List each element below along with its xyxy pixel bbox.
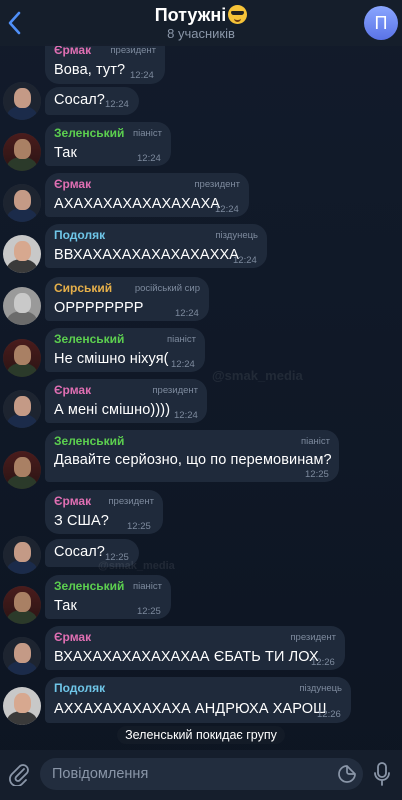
chat-title-block[interactable]: Потужні 8 учасників [80, 4, 322, 42]
message-text: З США? [54, 513, 109, 529]
sender-role: президент [108, 496, 154, 507]
sticker-icon[interactable] [337, 764, 357, 784]
paperclip-icon[interactable] [8, 762, 30, 787]
message-bubble[interactable]: Єрмак президент А мені смішно)))) 12:24 [45, 379, 207, 423]
sender-role: президент [110, 45, 156, 56]
avatar-podolyak[interactable] [3, 687, 41, 725]
message-text: ВВХАХАХАХАХАХАХАХХА [54, 247, 240, 263]
message-text: Вова, тут? [54, 62, 126, 78]
input-bar [0, 750, 402, 800]
sender-name[interactable]: Подоляк [54, 228, 105, 242]
message-bubble[interactable]: Зеленський піаніст Так 12:24 [45, 122, 171, 166]
sender-role: президент [290, 632, 336, 643]
sender-name[interactable]: Єрмак [54, 177, 91, 191]
message-text: Так [54, 145, 77, 161]
avatar-syrsky[interactable] [3, 287, 41, 325]
chat-header: Потужні 8 учасників П [0, 0, 402, 46]
service-message-text: Зеленський покидає групу [117, 726, 285, 744]
message-text: АХХАХАХАХАХАХА АНДРЮХА ХАРОШ [54, 701, 327, 717]
sender-role: піаніст [133, 581, 162, 592]
message-bubble[interactable]: Єрмак президент ВХАХАХАХАХАХАХАА ЄБАТЬ ТИ … [45, 626, 345, 670]
member-count: 8 учасників [167, 26, 235, 41]
sender-role: піздунець [299, 683, 342, 694]
message-bubble[interactable]: Зеленський піаніст Не смішно ніхуя(12:24 [45, 328, 205, 372]
message-time: 12:24 [105, 99, 129, 110]
chat-title: Потужні [80, 4, 322, 26]
sender-name[interactable]: Єрмак [54, 630, 91, 644]
message-time: 12:24 [175, 308, 199, 319]
message-bubble[interactable]: Подоляк піздунець АХХАХАХАХАХАХА АНДРЮХА Х… [45, 677, 351, 723]
message-bubble[interactable]: Єрмак президент АХАХАХАХАХАХАХАХА 12:24 [45, 173, 249, 217]
chevron-left-icon[interactable] [6, 10, 24, 36]
message-time: 12:24 [215, 204, 239, 215]
avatar-podolyak[interactable] [3, 235, 41, 273]
message-text: Сосал? [54, 544, 105, 560]
message-time: 12:24 [233, 255, 257, 266]
message-bubble[interactable]: Подоляк піздунець ВВХАХАХАХАХАХАХАХХА 12:24 [45, 224, 267, 268]
message-text: ОРРРРРРРР [54, 300, 144, 316]
sender-role: піаніст [133, 128, 162, 139]
message-text: Сосал? [54, 92, 105, 108]
message-time: 12:25 [137, 606, 161, 617]
sender-name[interactable]: Єрмак [54, 383, 91, 397]
avatar-yermak[interactable] [3, 536, 41, 574]
message-text: ВХАХАХАХАХАХАХАА ЄБАТЬ ТИ ЛОХ [54, 649, 319, 665]
message-time: 12:26 [317, 709, 341, 720]
sender-name[interactable]: Зеленський [54, 126, 124, 140]
message-time: 12:24 [137, 153, 161, 164]
chat-screen: Потужні 8 учасників П Єрмак президент Вова… [0, 0, 402, 800]
watermark: @smak_media [98, 560, 175, 572]
message-text: Не смішно ніхуя( [54, 351, 169, 367]
sender-name[interactable]: Зеленський [54, 434, 124, 448]
watermark: @smak_media [212, 368, 303, 383]
message-time: 12:24 [171, 359, 195, 370]
message-time: 12:25 [305, 469, 329, 480]
message-text: Так [54, 598, 77, 614]
message-bubble[interactable]: Сирський російський сир ОРРРРРРРР 12:24 [45, 277, 209, 321]
message-time: 12:24 [174, 410, 198, 421]
message-bubble[interactable]: Єрмак президент З США? 12:25 [45, 490, 163, 534]
sender-name[interactable]: Сирський [54, 281, 112, 295]
message-text: Давайте серйозно, що по перемовинам? [54, 452, 332, 468]
message-text: АХАХАХАХАХАХАХАХА [54, 196, 221, 212]
sender-name[interactable]: Подоляк [54, 681, 105, 695]
message-field[interactable] [40, 758, 363, 790]
microphone-icon[interactable] [372, 762, 392, 786]
sender-name[interactable]: Зеленський [54, 332, 124, 346]
avatar-zelensky[interactable] [3, 451, 41, 489]
sender-role: піздунець [215, 230, 258, 241]
avatar-yermak[interactable] [3, 184, 41, 222]
avatar-yermak[interactable] [3, 637, 41, 675]
message-time: 12:26 [311, 657, 335, 668]
avatar-yermak[interactable] [3, 390, 41, 428]
message-time: 12:25 [127, 521, 151, 532]
sender-role: президент [194, 179, 240, 190]
message-bubble[interactable]: Єрмак президент Вова, тут? 12:24 [45, 43, 165, 84]
sender-role: піаніст [301, 436, 330, 447]
group-avatar[interactable]: П [364, 6, 398, 40]
sender-role: президент [152, 385, 198, 396]
sender-name[interactable]: Зеленський [54, 579, 124, 593]
message-time: 12:24 [130, 70, 154, 81]
message-bubble[interactable]: Зеленський піаніст Давайте серйозно, що по… [45, 430, 339, 482]
message-text: А мені смішно)))) [54, 402, 171, 418]
avatar-zelensky[interactable] [3, 586, 41, 624]
sender-name[interactable]: Єрмак [54, 494, 91, 508]
avatar-zelensky[interactable] [3, 133, 41, 171]
sunglasses-emoji-icon [228, 5, 248, 24]
sender-role: піаніст [167, 334, 196, 345]
sender-role: російський сир [134, 283, 200, 294]
service-message: Зеленський покидає групу [0, 726, 402, 744]
message-bubble[interactable]: Сосал? 12:24 [45, 87, 139, 115]
avatar-yermak[interactable] [3, 82, 41, 120]
chat-title-text: Потужні [154, 5, 227, 25]
message-bubble[interactable]: Зеленський піаніст Так 12:25 [45, 575, 171, 619]
message-input[interactable] [52, 758, 322, 790]
avatar-zelensky[interactable] [3, 339, 41, 377]
